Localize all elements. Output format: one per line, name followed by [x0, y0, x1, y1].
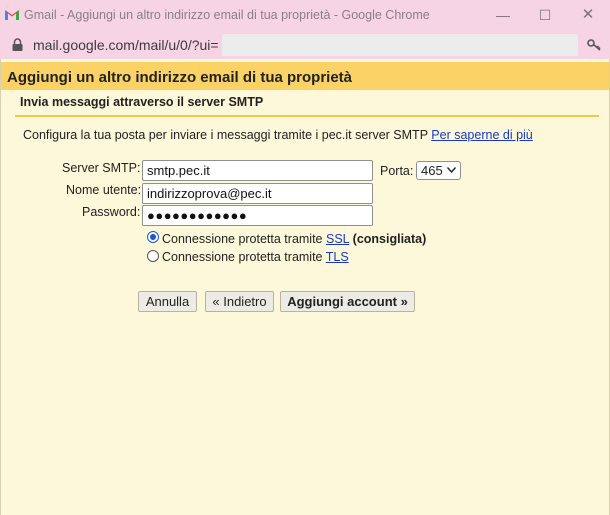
smtp-server-input[interactable] [142, 160, 373, 181]
url-text[interactable]: mail.google.com/mail/u/0/?ui= [33, 37, 219, 53]
ssl-option-label: Connessione protetta tramite SSL (consig… [162, 232, 426, 246]
section-title: Invia messaggi attraverso il server SMTP [20, 95, 264, 109]
divider [15, 115, 599, 117]
maximize-button[interactable]: ☐ [537, 6, 553, 24]
intro-description: Configura la tua posta per inviare i mes… [23, 128, 428, 142]
key-icon[interactable] [587, 39, 601, 51]
learn-more-link[interactable]: Per saperne di più [431, 128, 532, 142]
dialog-header: Aggiungi un altro indirizzo email di tua… [1, 62, 609, 90]
intro-text: Configura la tua posta per inviare i mes… [23, 128, 533, 142]
ssl-option-prefix: Connessione protetta tramite [162, 232, 323, 246]
tls-option-prefix: Connessione protetta tramite [162, 250, 323, 264]
password-input[interactable] [142, 205, 373, 226]
chevron-down-icon [447, 167, 456, 173]
ssl-radio[interactable] [147, 231, 159, 243]
username-label: Nome utente: [66, 183, 142, 197]
port-select[interactable]: 465 [416, 161, 461, 180]
ssl-recommended-note: (consigliata) [352, 232, 427, 246]
lock-icon[interactable] [12, 38, 23, 51]
page-title: Aggiungi un altro indirizzo email di tua… [7, 69, 353, 86]
back-button[interactable]: « Indietro [205, 291, 274, 312]
username-input[interactable] [142, 183, 373, 204]
port-value: 465 [421, 163, 443, 178]
minimize-button[interactable]: — [495, 6, 511, 24]
address-bar[interactable]: mail.google.com/mail/u/0/?ui= [0, 31, 610, 59]
close-button[interactable]: ✕ [580, 6, 596, 24]
smtp-server-label: Server SMTP: [62, 161, 141, 175]
password-label: Password: [82, 205, 141, 219]
url-redacted-area [222, 34, 578, 56]
tls-radio[interactable] [147, 250, 159, 262]
add-account-button[interactable]: Aggiungi account » [280, 291, 415, 312]
window-title: Gmail - Aggiungi un altro indirizzo emai… [24, 8, 430, 22]
gmail-icon [5, 10, 19, 20]
ssl-link[interactable]: SSL [326, 232, 349, 246]
port-label: Porta: [380, 164, 414, 178]
tls-link[interactable]: TLS [326, 250, 349, 264]
dialog-content: Aggiungi un altro indirizzo email di tua… [0, 59, 610, 515]
tls-option-label: Connessione protetta tramite TLS [162, 250, 349, 264]
title-bar: Gmail - Aggiungi un altro indirizzo emai… [0, 0, 610, 31]
cancel-button[interactable]: Annulla [138, 291, 197, 312]
